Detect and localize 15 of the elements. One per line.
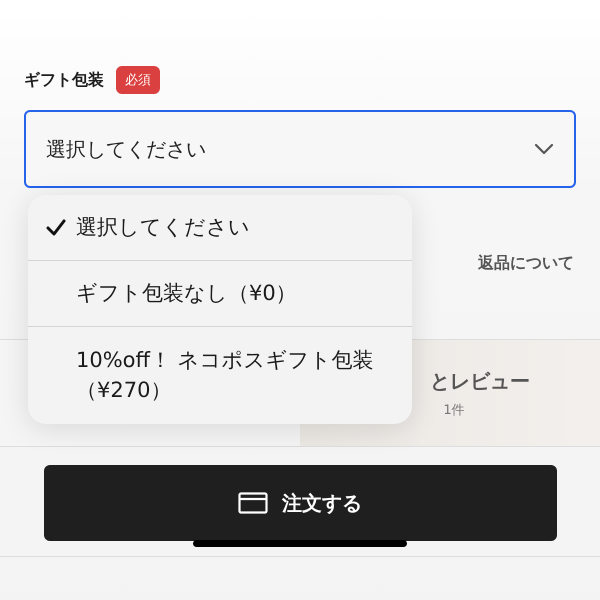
order-button[interactable]: 注文する — [44, 465, 556, 541]
chevron-down-icon — [534, 143, 554, 155]
review-count: 1件 — [442, 402, 465, 418]
returns-tab[interactable]: 返品について — [478, 253, 574, 274]
card-icon — [238, 492, 268, 514]
option-label: 選択してください — [76, 214, 251, 242]
option-label: ギフト包装なし（¥0） — [76, 280, 298, 308]
field-label: ギフト包装 — [24, 70, 104, 90]
menu-option[interactable]: 選択してください — [28, 195, 412, 260]
select-value: 選択してください — [46, 136, 206, 162]
menu-option[interactable]: 10%off！ ネコポスギフト包装（¥270） — [28, 326, 412, 424]
gift-wrap-select[interactable]: 選択してください — [24, 110, 576, 188]
menu-option[interactable]: ギフト包装なし（¥0） — [28, 260, 412, 326]
review-title: とレビュー — [429, 368, 530, 394]
required-badge: 必須 — [116, 66, 160, 94]
